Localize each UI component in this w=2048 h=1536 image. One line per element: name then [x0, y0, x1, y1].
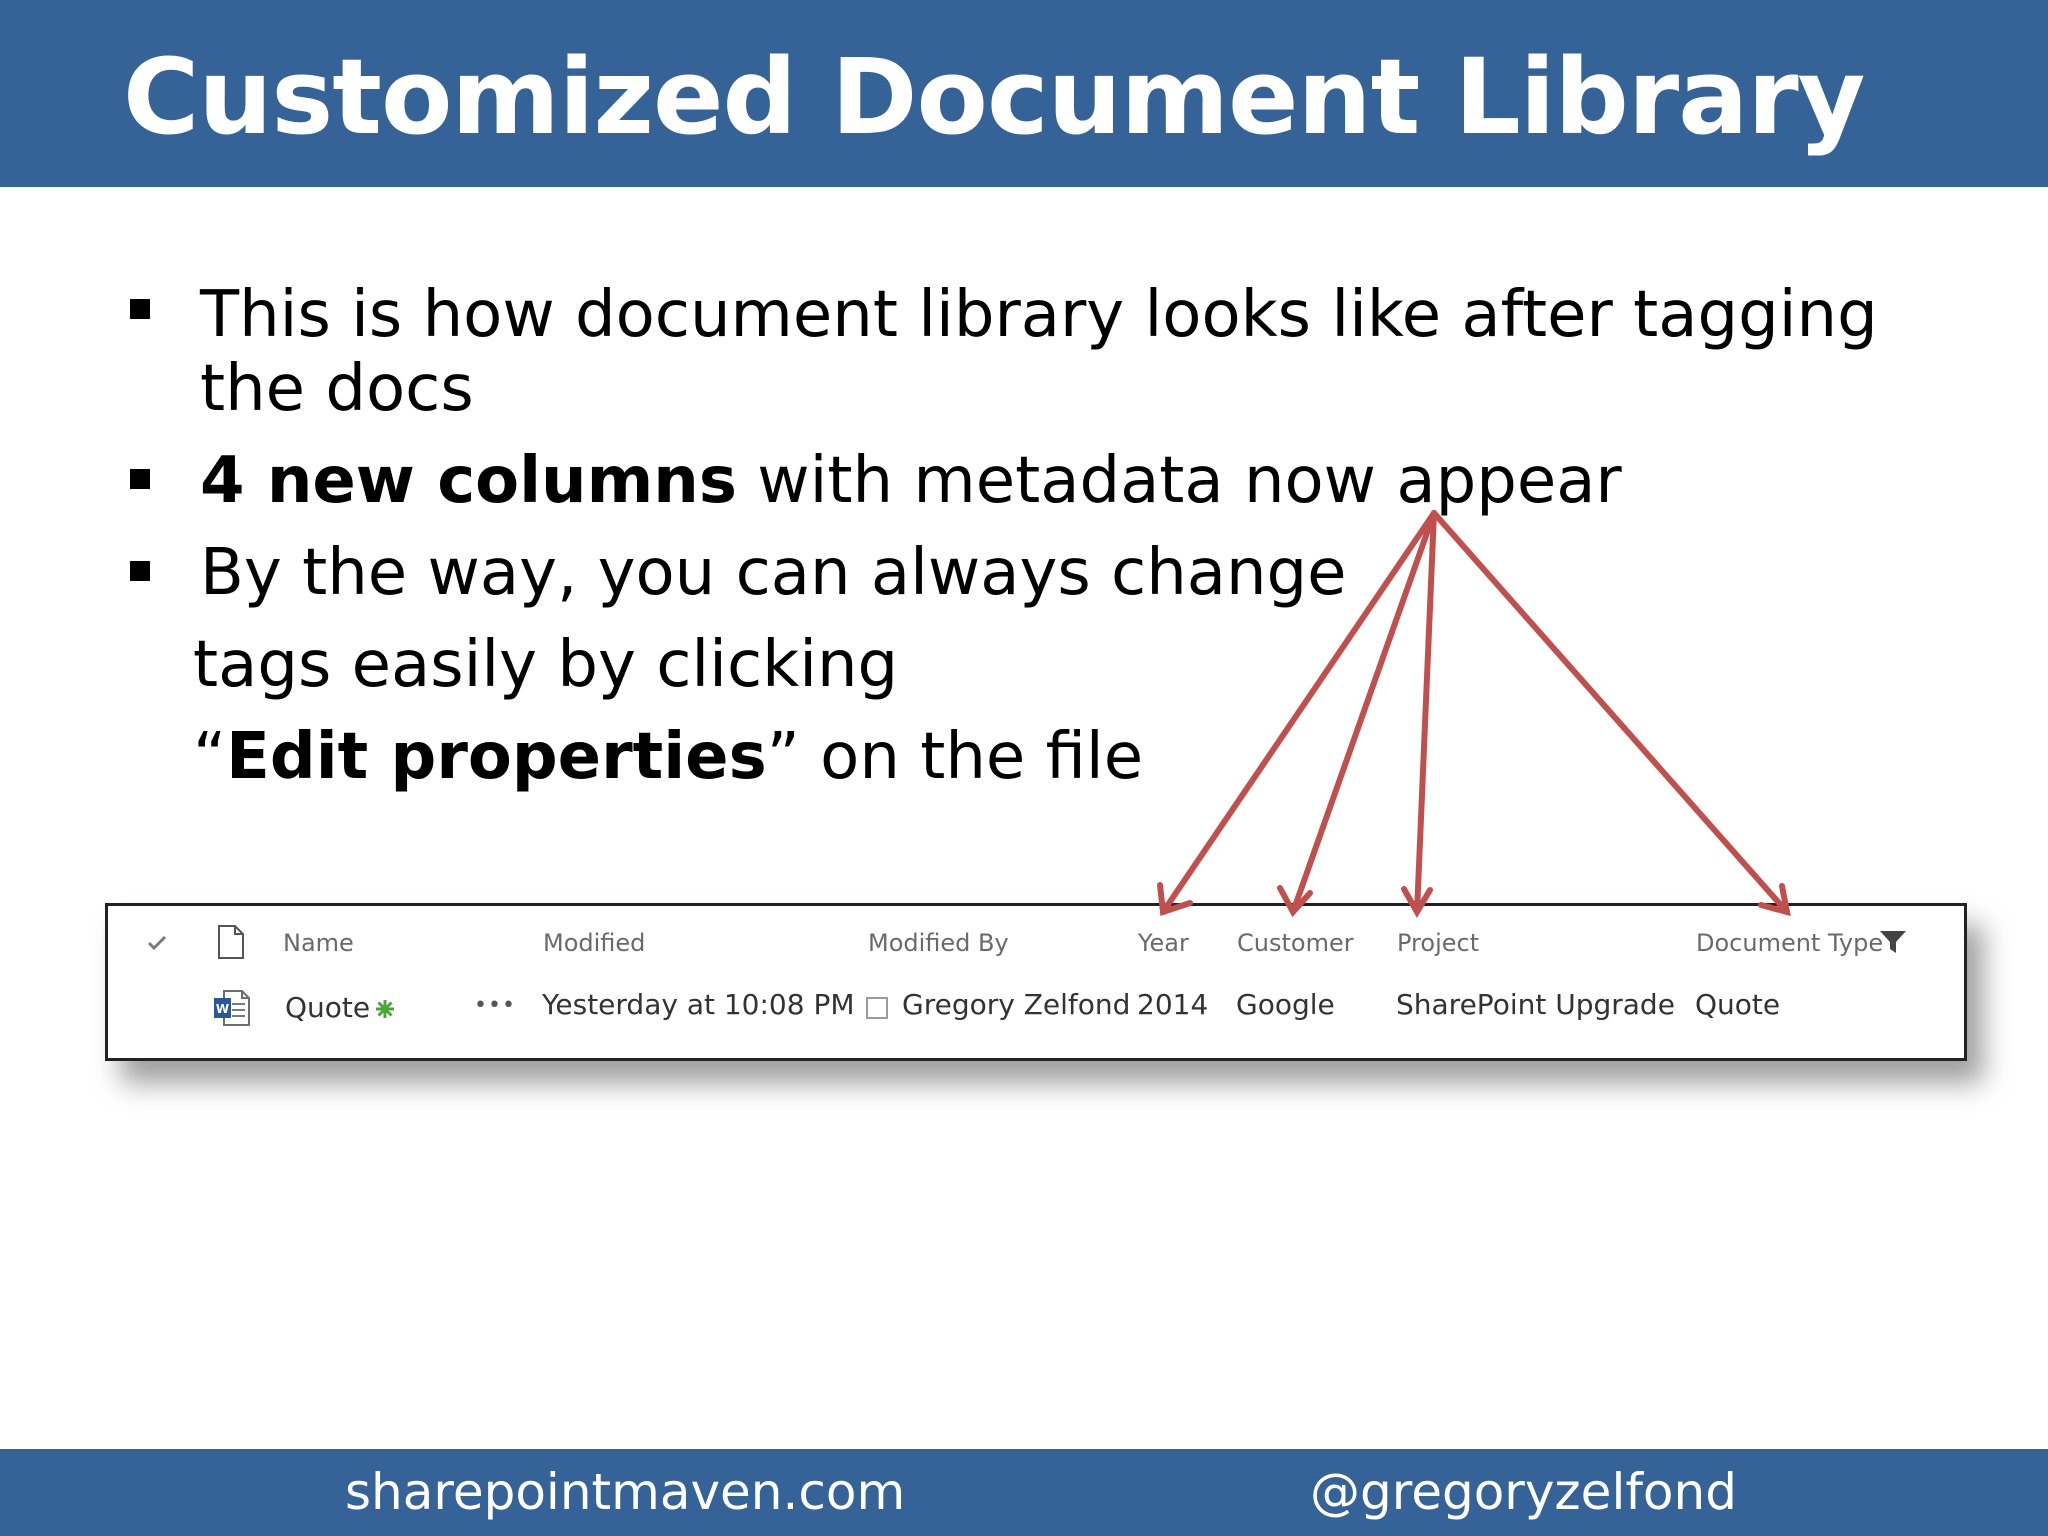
- quote-close: ”: [766, 720, 800, 794]
- row-year: 2014: [1137, 988, 1209, 1021]
- column-header-modified-by[interactable]: Modified By: [868, 926, 1009, 960]
- svg-text:W: W: [216, 1002, 229, 1016]
- bullet-2-rest: with metadata now appear: [736, 444, 1622, 518]
- row-modified: Yesterday at 10:08 PM: [542, 988, 855, 1021]
- column-header-name[interactable]: Name: [283, 926, 354, 960]
- bullet-2: 4 new columns with metadata now appear: [200, 444, 1622, 518]
- bullet-3-line-3: “Edit properties” on the file: [193, 720, 1143, 794]
- column-header-year[interactable]: Year: [1138, 926, 1189, 960]
- checkmark-icon[interactable]: [146, 934, 168, 952]
- bullet-marker: [130, 299, 150, 319]
- bullet-marker: [130, 561, 150, 581]
- row-project: SharePoint Upgrade: [1396, 988, 1675, 1021]
- arrow-to-project: [1414, 510, 1437, 915]
- row-customer: Google: [1236, 988, 1335, 1021]
- row-name-link[interactable]: Quote: [285, 990, 370, 1026]
- document-icon: [218, 925, 244, 959]
- bullet-3-line-2: tags easily by clicking: [193, 628, 899, 702]
- bullet-marker: [130, 469, 150, 489]
- column-header-modified[interactable]: Modified: [543, 926, 645, 960]
- bullet-3-line-1: By the way, you can always change: [200, 536, 1347, 610]
- document-library-view: Name Modified Modified By Year Customer …: [105, 903, 1967, 1061]
- column-header-customer[interactable]: Customer: [1237, 926, 1354, 960]
- footer-bar: sharepointmaven.com @gregoryzelfond: [0, 1449, 2048, 1536]
- footer-website: sharepointmaven.com: [345, 1463, 906, 1521]
- column-header-project[interactable]: Project: [1397, 926, 1479, 960]
- row-modified-by-link[interactable]: Gregory Zelfond: [902, 987, 1130, 1023]
- bullet-3-rest: on the file: [799, 720, 1144, 794]
- bullet-1-line-1: This is how document library looks like …: [200, 278, 1878, 352]
- arrow-to-document-type: [1431, 510, 1790, 915]
- column-header-document-type[interactable]: Document Type: [1696, 926, 1883, 960]
- new-item-icon: [376, 1000, 394, 1018]
- footer-handle: @gregoryzelfond: [1310, 1463, 1737, 1521]
- bullet-3-bold: Edit properties: [226, 720, 767, 794]
- word-document-icon: W: [214, 990, 250, 1026]
- quote-open: “: [193, 720, 227, 794]
- bullet-1-line-2: the docs: [200, 352, 474, 426]
- more-options-button[interactable]: •••: [474, 988, 516, 1024]
- slide-title: Customized Document Library: [123, 36, 1865, 158]
- bullet-2-bold: 4 new columns: [200, 444, 737, 518]
- filter-icon[interactable]: [1878, 928, 1908, 956]
- presence-checkbox-icon: [866, 997, 888, 1019]
- title-bar: Customized Document Library: [0, 0, 2048, 187]
- row-document-type: Quote: [1695, 988, 1781, 1021]
